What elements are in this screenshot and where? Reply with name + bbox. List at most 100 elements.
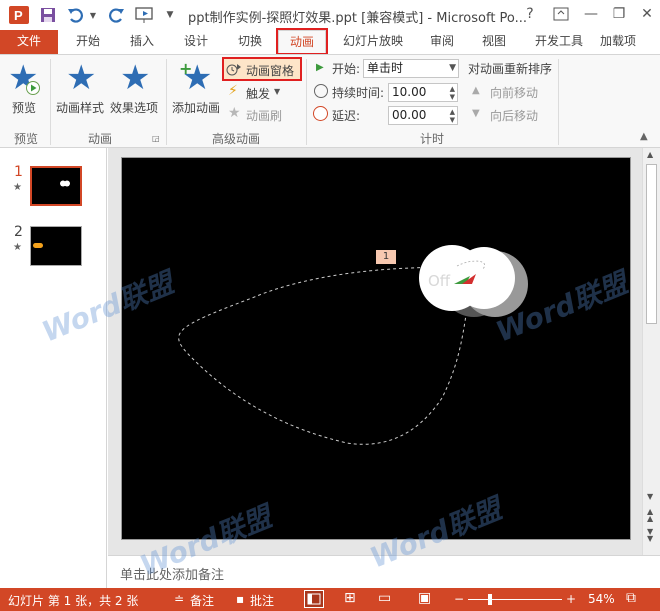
zoom-slider[interactable] [468,594,562,605]
group-label-advanced: 高级动画 [212,132,261,146]
move-later-button[interactable]: ▼ 向后移动 [472,107,552,125]
window-title: ppt制作实例-探照灯效果.ppt [兼容模式] - Microsoft Po.… [188,11,528,26]
notes-status-icon[interactable]: ≐ [174,592,184,606]
slide-thumbnails-pane: 1 ★ 2 ★ [0,148,107,588]
slide-canvas[interactable]: Off 1 [121,157,631,540]
customize-toolbar-icon[interactable]: ▼ [162,5,178,25]
motion-path-tag[interactable]: 1 [376,250,396,264]
tab-home[interactable]: 开始 [64,30,112,54]
slide-thumbnail-2[interactable] [30,226,82,266]
trigger-label: 触发 [246,87,271,101]
star-icon: ★ [120,58,151,98]
placeholder-text: Off [428,272,451,290]
help-icon[interactable]: ? [517,3,543,25]
fit-to-window-icon[interactable]: ⧉ [626,590,636,606]
animation-star-icon: ★ [13,242,22,253]
tab-view[interactable]: 视图 [470,30,518,54]
animation-styles-button[interactable]: ★ 动画样式 [54,59,108,119]
scroll-thumb[interactable] [646,164,657,324]
notes-pane[interactable]: 单击此处添加备注 [108,555,660,588]
trigger-button[interactable]: ⚡ 触发 ▼ [226,83,286,103]
move-later-label: 向后移动 [490,109,539,123]
ribbon-display-options-icon[interactable] [548,3,574,25]
powerpoint-logo-icon: P [8,5,30,25]
animation-styles-label: 动画样式 [56,101,105,115]
add-animation-label: 添加动画 [172,101,221,115]
status-bar: 幻灯片 第 1 张，共 2 张 ≐ 备注 ▪ 批注 ⊞ ▭ ▣ − + 54% … [0,588,660,611]
zoom-out-icon[interactable]: − [454,592,464,606]
animation-pane-button[interactable]: 动画窗格 [222,57,302,81]
group-label-preview: 预览 [14,132,39,146]
slide-number: 2 [14,224,23,240]
tab-file[interactable]: 文件 [0,30,58,54]
zoom-slider-thumb[interactable] [488,594,492,605]
move-earlier-label: 向前移动 [490,86,539,100]
collapse-ribbon-icon[interactable]: ▲ [640,131,648,142]
comments-status-button[interactable]: 批注 [250,592,274,609]
highlight-box-animations-tab [276,28,328,55]
tab-slideshow[interactable]: 幻灯片放映 [334,30,412,54]
undo-icon[interactable] [66,5,86,25]
play-badge-icon [26,81,40,95]
animation-painter-button[interactable]: ★ 动画刷 [226,105,296,125]
arrow-down-icon: ▼ [472,108,480,119]
previous-slide-icon[interactable]: ▲ ▲ [647,508,653,523]
redo-icon[interactable] [106,5,126,25]
next-slide-icon[interactable]: ▼ ▼ [647,528,653,543]
restore-button[interactable]: ❐ [606,3,632,25]
tab-transitions[interactable]: 切换 [226,30,274,54]
animation-star-icon: ★ [13,182,22,193]
notes-status-button[interactable]: 备注 [190,592,214,609]
slideshow-view-icon[interactable]: ▣ [418,590,431,606]
slide-graphics [178,245,528,445]
slide-sorter-icon[interactable]: ⊞ [344,590,356,606]
comment-icon[interactable]: ▪ [236,592,244,606]
group-separator [558,59,559,145]
animation-pane-icon [226,61,242,77]
slide-editor: Off 1 ▲ ▼ ▲ ▲ ▼ ▼ [108,148,660,555]
title-bar: P ▼ ▼ ppt制作实例-探照灯效果.ppt [兼容模式] - Microso… [0,0,660,30]
zoom-level[interactable]: 54% [588,592,615,606]
group-separator [50,59,51,145]
thumb-circles [60,176,70,187]
delay-clock-icon [313,106,328,121]
delay-value: 00.00 [392,108,427,122]
delay-label: 延迟: [332,109,361,123]
chevron-down-icon: ▼ [274,87,281,96]
duration-spinner[interactable]: 10.00 ▲ ▼ [388,83,458,102]
minimize-button[interactable]: — [578,3,604,25]
scroll-down-icon[interactable]: ▼ [647,492,653,501]
duration-value: 10.00 [392,85,427,99]
ribbon-tabs: 文件 开始 插入 设计 切换 动画 幻灯片放映 审阅 视图 开发工具 加载项 [0,30,660,54]
reorder-label: 对动画重新排序 [468,62,553,76]
notes-placeholder: 单击此处添加备注 [120,568,225,583]
move-earlier-button[interactable]: ▲ 向前移动 [472,84,552,102]
clock-icon [314,84,328,98]
group-label-timing: 计时 [420,132,445,146]
zoom-in-icon[interactable]: + [566,592,576,606]
delay-spinner[interactable]: 00.00 ▲ ▼ [388,106,458,125]
start-from-beginning-icon[interactable] [134,5,156,25]
add-animation-button[interactable]: ★ + 添加动画 [170,59,224,119]
tab-insert[interactable]: 插入 [118,30,166,54]
tab-design[interactable]: 设计 [172,30,220,54]
ribbon: ★ 预览 预览 ★ 动画样式 ★ 效果选项 动画 ◲ ★ + 添加动画 动画窗格… [0,54,660,148]
undo-dropdown-icon[interactable]: ▼ [88,5,98,25]
close-button[interactable]: ✕ [634,3,660,25]
svg-text:P: P [14,8,23,23]
play-icon: ▶ [316,62,324,73]
start-dropdown[interactable]: 单击时 ▼ [363,59,459,78]
vertical-scrollbar[interactable]: ▲ ▼ ▲ ▲ ▼ ▼ [642,148,660,555]
reading-view-icon[interactable]: ▭ [378,590,391,606]
normal-view-button[interactable] [304,590,324,608]
preview-button[interactable]: ★ 预览 [6,59,46,119]
start-value: 单击时 [367,61,404,75]
tab-review[interactable]: 审阅 [418,30,466,54]
tab-developer[interactable]: 开发工具 [526,30,592,54]
dialog-launcher-icon[interactable]: ◲ [152,134,160,143]
effect-options-button[interactable]: ★ 效果选项 [108,59,162,119]
save-icon[interactable] [38,5,58,25]
scroll-up-icon[interactable]: ▲ [647,150,653,159]
slide-thumbnail-1[interactable] [29,165,83,207]
tab-addins[interactable]: 加载项 [600,30,660,54]
